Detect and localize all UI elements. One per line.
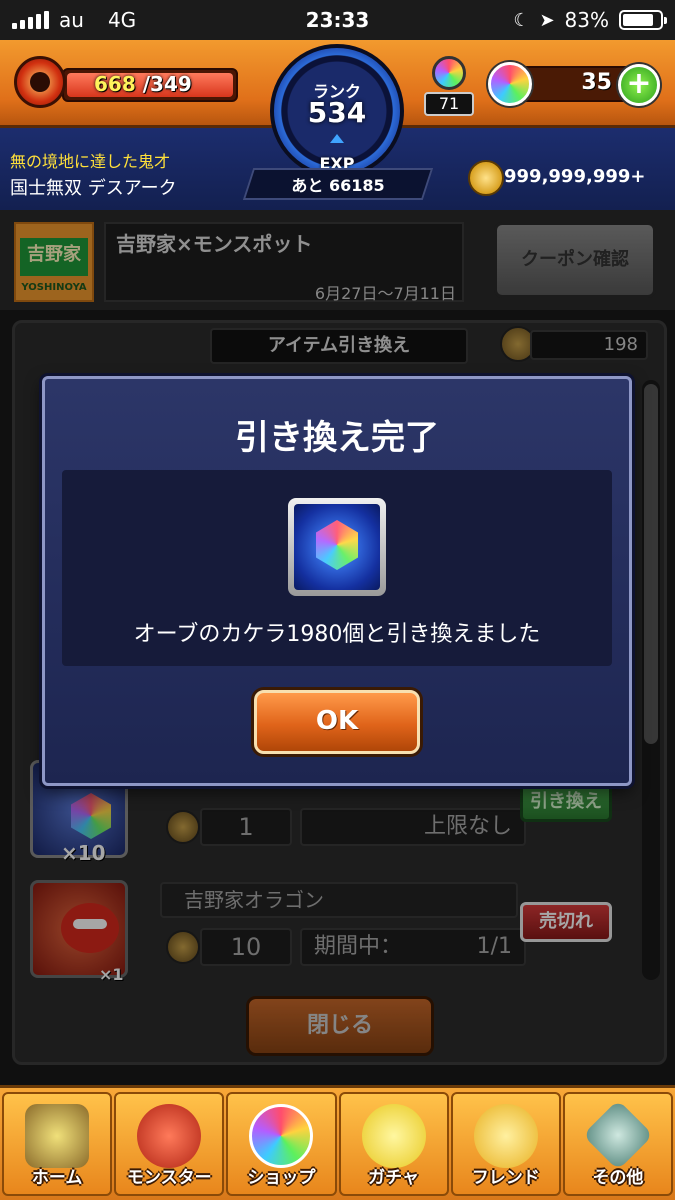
stamina-icon (14, 56, 66, 108)
nav-other[interactable]: その他 (562, 1092, 674, 1196)
stamina-text: 668 /349 (94, 72, 192, 96)
location-arrow-icon: ➤ (539, 9, 555, 31)
reward-item-frame (288, 498, 386, 596)
gold-coin-icon (468, 160, 504, 196)
nav-label: モンスター (126, 1168, 212, 1188)
monster-icon (137, 1104, 202, 1168)
gold-amount: 999,999,999+ (504, 166, 646, 187)
key-count: 71 (424, 92, 474, 116)
ok-button[interactable]: OK (254, 690, 420, 754)
battery-icon (619, 10, 667, 30)
orb-icon (488, 62, 532, 106)
nav-label: フレンド (471, 1168, 540, 1188)
player-title: 無の境地に達した鬼才 (10, 152, 171, 171)
status-bar: au 4G 23:33 ☾ ➤ 83% (0, 0, 675, 40)
balloons-icon (473, 1104, 538, 1168)
nav-monster[interactable]: モンスター (114, 1092, 225, 1196)
signal-icon (12, 11, 49, 29)
other-icon (582, 1099, 654, 1171)
bottom-nav: ホーム モンスター ショップ ガチャ フレンド その他 (0, 1085, 675, 1200)
home-icon (25, 1104, 90, 1168)
nav-label: ホーム (31, 1168, 83, 1188)
nav-label: ガチャ (368, 1168, 420, 1188)
egg-icon (361, 1104, 426, 1168)
stamina-current: 668 (94, 72, 136, 96)
nav-label: ショップ (247, 1168, 316, 1188)
dialog-title: 引き換え完了 (235, 418, 439, 458)
player-header: 668 /349 ランク 534 EXP あと 66185 無の境地に達した鬼才… (0, 40, 675, 210)
exp-remaining: あと 66185 (291, 176, 385, 195)
moon-icon: ☾ (513, 9, 530, 31)
battery-percent: 83% (564, 8, 609, 32)
nav-friend[interactable]: フレンド (450, 1092, 561, 1196)
orb-fragment-icon (316, 520, 358, 570)
rank-up-arrow-icon (330, 134, 344, 143)
nav-home[interactable]: ホーム (2, 1092, 113, 1196)
network-label: 4G (107, 8, 137, 32)
buy-orbs-plus-icon[interactable]: + (618, 64, 660, 106)
nav-shop[interactable]: ショップ (226, 1092, 337, 1196)
nav-label: その他 (592, 1168, 644, 1188)
orb-icon (249, 1104, 314, 1168)
rank-value: 534 (307, 96, 367, 129)
nav-gacha[interactable]: ガチャ (338, 1092, 449, 1196)
carrier-label: au (59, 8, 84, 32)
orb-count: 35 (581, 70, 612, 95)
player-name: 国士無双 デスアーク (10, 178, 177, 199)
dialog-message: オーブのカケラ1980個と引き換えました (133, 622, 541, 647)
stamina-max: /349 (142, 72, 192, 96)
